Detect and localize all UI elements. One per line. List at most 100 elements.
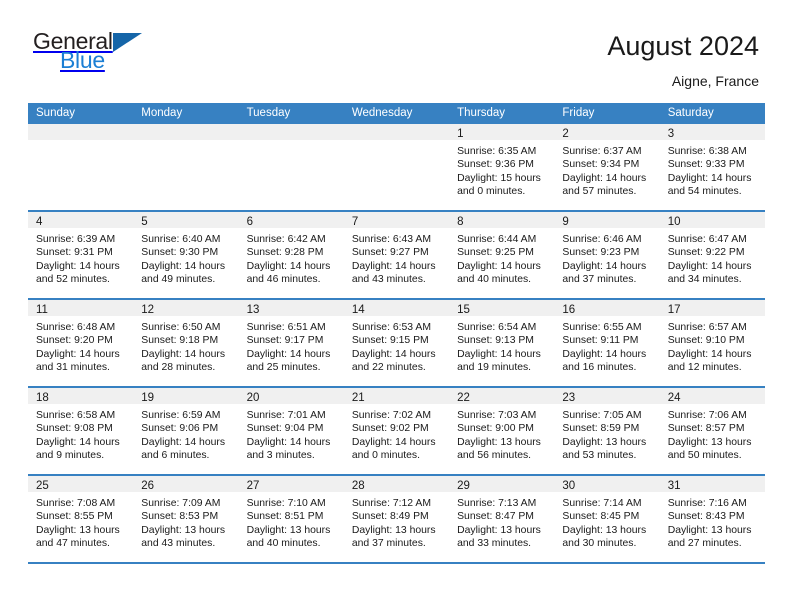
calendar-day-cell[interactable]: 5 Sunrise: 6:40 AM Sunset: 9:30 PM Daylight… [133, 212, 239, 298]
daylight-duration-line1: Daylight: 14 hours [562, 348, 647, 360]
sunset-time: Sunset: 8:53 PM [141, 511, 219, 523]
calendar-day-cell[interactable]: 7 Sunrise: 6:43 AM Sunset: 9:27 PM Daylight… [343, 212, 450, 298]
sunrise-time: Sunrise: 6:39 AM [36, 234, 116, 245]
calendar-day-cell[interactable]: 14 Sunrise: 6:53 AM Sunset: 9:15 PM Dayligh… [343, 300, 450, 386]
page-header: General Blue August 2024 Aigne, France [0, 0, 792, 100]
sun-times-info: Sunrise: 6:59 AM Sunset: 9:06 PM Daylight:… [133, 404, 238, 463]
sunset-time: Sunset: 9:28 PM [246, 247, 324, 259]
logo-word-blue: Blue [60, 47, 105, 73]
calendar-week-row: 18 Sunrise: 6:58 AM Sunset: 9:08 PM Dayligh… [28, 388, 765, 476]
daylight-duration-line1: Daylight: 14 hours [141, 260, 226, 272]
day-number-band: 3 [659, 124, 765, 140]
calendar-day-cell[interactable]: 23 Sunrise: 7:05 AM Sunset: 8:59 PM Dayligh… [554, 388, 660, 474]
day-number-band: 20 [238, 388, 344, 404]
calendar-week-row: 4 Sunrise: 6:39 AM Sunset: 9:31 PM Daylight… [28, 212, 765, 300]
sunset-time: Sunset: 8:59 PM [562, 423, 640, 435]
calendar-day-cell[interactable]: 19 Sunrise: 6:59 AM Sunset: 9:06 PM Dayligh… [133, 388, 239, 474]
daylight-duration-line2: and 3 minutes. [246, 450, 315, 462]
calendar-day-cell[interactable]: 13 Sunrise: 6:51 AM Sunset: 9:17 PM Dayligh… [238, 300, 344, 386]
daylight-duration-line2: and 37 minutes. [351, 538, 426, 550]
daylight-duration-line1: Daylight: 14 hours [36, 260, 120, 272]
weekday-header-friday: Friday [562, 107, 595, 119]
calendar-day-cell[interactable]: 6 Sunrise: 6:42 AM Sunset: 9:28 PM Daylight… [238, 212, 344, 298]
calendar-day-cell-empty [238, 124, 344, 210]
calendar-day-cell[interactable]: 9 Sunrise: 6:46 AM Sunset: 9:23 PM Daylight… [554, 212, 660, 298]
calendar-day-cell[interactable]: 1 Sunrise: 6:35 AM Sunset: 9:36 PM Daylight… [449, 124, 555, 210]
day-number: 10 [667, 216, 681, 228]
day-number: 21 [351, 392, 365, 404]
daylight-duration-line2: and 56 minutes. [457, 450, 532, 462]
calendar-day-cell[interactable]: 15 Sunrise: 6:54 AM Sunset: 9:13 PM Dayligh… [449, 300, 555, 386]
daylight-duration-line1: Daylight: 14 hours [36, 436, 120, 448]
sunrise-time: Sunrise: 7:05 AM [562, 410, 642, 421]
calendar-day-cell[interactable]: 28 Sunrise: 7:12 AM Sunset: 8:49 PM Dayligh… [343, 476, 450, 562]
day-number-band: 25 [28, 476, 134, 492]
daylight-duration-line2: and 12 minutes. [667, 362, 742, 374]
sunset-time: Sunset: 8:45 PM [562, 511, 640, 523]
day-number-band: 23 [554, 388, 660, 404]
day-number-band: 19 [133, 388, 239, 404]
calendar-weeks: 1 Sunrise: 6:35 AM Sunset: 9:36 PM Daylight… [28, 124, 765, 564]
day-number: 19 [141, 392, 155, 404]
sun-times-info: Sunrise: 7:16 AM Sunset: 8:43 PM Daylight:… [660, 492, 765, 551]
day-number-band: 18 [28, 388, 134, 404]
daylight-duration-line1: Daylight: 13 hours [351, 524, 436, 536]
day-number-band: 2 [554, 124, 660, 140]
daylight-duration-line1: Daylight: 15 hours [457, 172, 541, 184]
calendar-day-cell-empty [133, 124, 239, 210]
calendar-day-cell[interactable]: 11 Sunrise: 6:48 AM Sunset: 9:20 PM Dayligh… [28, 300, 134, 386]
calendar-day-cell[interactable]: 12 Sunrise: 6:50 AM Sunset: 9:18 PM Dayligh… [133, 300, 239, 386]
general-blue-logo[interactable]: General Blue [33, 30, 143, 72]
calendar-day-cell[interactable]: 3 Sunrise: 6:38 AM Sunset: 9:33 PM Daylight… [659, 124, 765, 210]
calendar-day-cell[interactable]: 31 Sunrise: 7:16 AM Sunset: 8:43 PM Dayligh… [659, 476, 765, 562]
daylight-duration-line2: and 0 minutes. [457, 186, 526, 198]
sunset-time: Sunset: 9:36 PM [457, 159, 534, 171]
calendar-day-cell-empty [28, 124, 134, 210]
calendar-day-cell[interactable]: 8 Sunrise: 6:44 AM Sunset: 9:25 PM Daylight… [449, 212, 555, 298]
sunset-time: Sunset: 8:51 PM [246, 511, 324, 523]
sunrise-time: Sunrise: 6:51 AM [246, 322, 326, 333]
sun-times-info: Sunrise: 6:54 AM Sunset: 9:13 PM Daylight:… [449, 316, 554, 375]
calendar-day-cell[interactable]: 4 Sunrise: 6:39 AM Sunset: 9:31 PM Daylight… [28, 212, 134, 298]
sunrise-time: Sunrise: 6:42 AM [246, 234, 326, 245]
calendar-day-cell[interactable]: 10 Sunrise: 6:47 AM Sunset: 9:22 PM Dayligh… [659, 212, 765, 298]
sunrise-time: Sunrise: 6:44 AM [457, 234, 537, 245]
day-number: 26 [141, 480, 155, 492]
daylight-duration-line1: Daylight: 14 hours [667, 172, 752, 184]
sun-times-info: Sunrise: 6:43 AM Sunset: 9:27 PM Daylight:… [344, 228, 449, 287]
sun-times-info: Sunrise: 7:05 AM Sunset: 8:59 PM Daylight:… [554, 404, 659, 463]
sun-times-info: Sunrise: 6:35 AM Sunset: 9:36 PM Daylight:… [449, 140, 554, 199]
calendar-day-cell[interactable]: 22 Sunrise: 7:03 AM Sunset: 9:00 PM Dayligh… [449, 388, 555, 474]
daylight-duration-line1: Daylight: 14 hours [457, 348, 541, 360]
calendar-day-cell[interactable]: 24 Sunrise: 7:06 AM Sunset: 8:57 PM Dayligh… [659, 388, 765, 474]
day-number: 13 [246, 304, 260, 316]
calendar-day-cell[interactable]: 2 Sunrise: 6:37 AM Sunset: 9:34 PM Daylight… [554, 124, 660, 210]
daylight-duration-line2: and 34 minutes. [667, 274, 742, 286]
calendar-day-cell[interactable]: 30 Sunrise: 7:14 AM Sunset: 8:45 PM Dayligh… [554, 476, 660, 562]
calendar-day-cell[interactable]: 18 Sunrise: 6:58 AM Sunset: 9:08 PM Dayligh… [28, 388, 134, 474]
calendar-day-cell[interactable]: 17 Sunrise: 6:57 AM Sunset: 9:10 PM Dayligh… [659, 300, 765, 386]
daylight-duration-line1: Daylight: 13 hours [562, 524, 647, 536]
day-number-band: 28 [343, 476, 450, 492]
day-number: 24 [667, 392, 681, 404]
calendar-day-cell[interactable]: 26 Sunrise: 7:09 AM Sunset: 8:53 PM Dayligh… [133, 476, 239, 562]
calendar-day-cell[interactable]: 20 Sunrise: 7:01 AM Sunset: 9:04 PM Dayligh… [238, 388, 344, 474]
day-number-band: 9 [554, 212, 660, 228]
sunset-time: Sunset: 9:02 PM [351, 423, 429, 435]
calendar-day-cell[interactable]: 16 Sunrise: 6:55 AM Sunset: 9:11 PM Dayligh… [554, 300, 660, 386]
sun-times-info: Sunrise: 6:39 AM Sunset: 9:31 PM Daylight:… [28, 228, 133, 287]
calendar-day-cell[interactable]: 25 Sunrise: 7:08 AM Sunset: 8:55 PM Dayligh… [28, 476, 134, 562]
sun-times-info: Sunrise: 6:55 AM Sunset: 9:11 PM Daylight:… [554, 316, 659, 375]
calendar-day-cell[interactable]: 27 Sunrise: 7:10 AM Sunset: 8:51 PM Dayligh… [238, 476, 344, 562]
sunset-time: Sunset: 9:30 PM [141, 247, 219, 259]
sun-times-info: Sunrise: 6:50 AM Sunset: 9:18 PM Daylight:… [133, 316, 238, 375]
sunset-time: Sunset: 9:04 PM [246, 423, 324, 435]
daylight-duration-line1: Daylight: 14 hours [246, 260, 331, 272]
sunrise-time: Sunrise: 7:03 AM [457, 410, 537, 421]
day-number: 9 [562, 216, 569, 228]
calendar-day-cell[interactable]: 29 Sunrise: 7:13 AM Sunset: 8:47 PM Dayligh… [449, 476, 555, 562]
day-number-band: 17 [659, 300, 765, 316]
calendar-day-cell[interactable]: 21 Sunrise: 7:02 AM Sunset: 9:02 PM Dayligh… [343, 388, 450, 474]
sunrise-time: Sunrise: 7:10 AM [246, 498, 326, 509]
sunset-time: Sunset: 9:13 PM [457, 335, 534, 347]
